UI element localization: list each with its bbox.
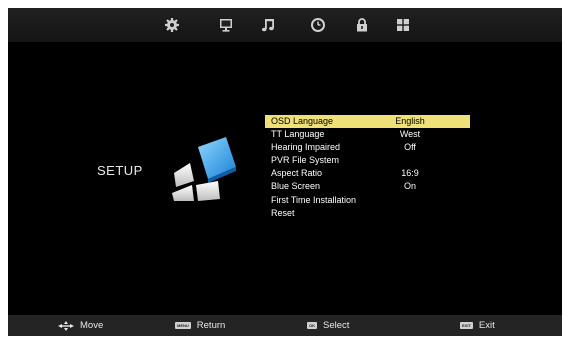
move-hint: Move [58, 315, 103, 336]
menu-item-blue-screen[interactable]: Blue Screen On [265, 180, 470, 193]
setup-menu: OSD Language English TT Language West He… [265, 115, 470, 220]
menu-item-tt-language[interactable]: TT Language West [265, 128, 470, 141]
menu-item-value: English [395, 116, 425, 126]
grid-icon [397, 19, 409, 31]
lock-icon [357, 18, 367, 32]
gear-icon [165, 18, 179, 32]
menu-item-label: Reset [271, 207, 295, 218]
menu-item-reset[interactable]: Reset [265, 207, 470, 220]
menu-item-label: PVR File System [271, 155, 340, 166]
arrows-icon [58, 320, 74, 331]
menu-item-label: Aspect Ratio [271, 168, 323, 179]
menu-item-label: OSD Language [271, 116, 334, 126]
menu-key-icon: MENU [175, 322, 191, 329]
tab-picture[interactable] [214, 14, 238, 36]
menu-item-label: TT Language [271, 129, 325, 140]
move-hint-label: Move [80, 320, 104, 331]
menu-item-pvr-file-system[interactable]: PVR File System [265, 154, 470, 167]
select-hint-label: Select [323, 320, 350, 331]
menu-item-value: 16:9 [401, 168, 419, 179]
menu-item-hearing-impaired[interactable]: Hearing Impaired Off [265, 141, 470, 154]
setup-icon [172, 137, 236, 201]
menu-item-aspect-ratio[interactable]: Aspect Ratio 16:9 [265, 167, 470, 180]
clock-icon [311, 18, 325, 32]
ok-key-icon: OK [307, 322, 317, 329]
menu-item-value: Off [404, 142, 416, 153]
music-note-icon [261, 19, 274, 32]
menu-item-label: Blue Screen [271, 181, 321, 192]
tab-settings[interactable] [160, 14, 184, 36]
menu-item-value: West [399, 129, 421, 140]
select-hint: OK Select [307, 315, 349, 336]
tab-lock[interactable] [350, 14, 374, 36]
exit-hint-label: Exit [478, 320, 495, 331]
tv-screen: SETUP OSD Language English TT Language W… [8, 8, 562, 336]
menu-item-first-time-installation[interactable]: First Time Installation [265, 194, 470, 207]
return-hint: MENU Return [175, 315, 225, 336]
top-tab-bar [8, 8, 562, 42]
menu-item-label: Hearing Impaired [271, 142, 341, 153]
monitor-icon [220, 19, 232, 32]
exit-hint: EXIT Exit [460, 315, 495, 336]
menu-item-value: On [403, 181, 416, 192]
menu-item-osd-language[interactable]: OSD Language English [265, 115, 470, 129]
page-title: SETUP [97, 163, 143, 178]
tab-setup[interactable] [391, 14, 415, 36]
tab-time[interactable] [306, 14, 330, 36]
menu-item-label: First Time Installation [271, 194, 357, 205]
tab-sound[interactable] [256, 14, 280, 36]
exit-key-icon: EXIT [460, 322, 473, 329]
footer-hint-bar: Move MENU Return OK Select EXIT Exit [8, 315, 562, 336]
return-hint-label: Return [196, 320, 226, 331]
